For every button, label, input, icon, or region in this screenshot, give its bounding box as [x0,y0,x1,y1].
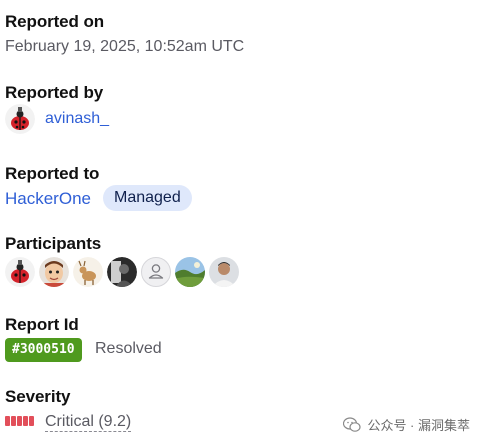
report-id-badge[interactable]: #3000510 [5,338,82,362]
cartoon-face-icon [39,257,69,287]
dark-portrait-icon [107,257,137,287]
reporter-avatar[interactable] [5,104,35,134]
landscape-icon [175,257,205,287]
severity-label: Severity [5,387,71,406]
severity-segment [29,416,34,426]
watermark: 公众号 · 漏洞集萃 [343,415,470,434]
participant-avatar[interactable] [39,257,69,287]
watermark-text: 公众号 · 漏洞集萃 [367,418,470,433]
severity-segment [23,416,28,426]
person-portrait-icon [209,257,239,287]
ladybug-icon [5,257,35,287]
severity-segment [17,416,22,426]
participant-avatar[interactable] [175,257,205,287]
severity-value[interactable]: Critical (9.2) [45,412,132,432]
participants-label: Participants [5,234,102,253]
severity-segment [11,416,16,426]
participant-avatar[interactable] [209,257,239,287]
default-user-icon [148,264,164,279]
reported-to-label: Reported to [5,164,100,183]
ladybug-icon [5,104,35,134]
wechat-icon [343,416,362,432]
reported-on-label: Reported on [5,12,105,31]
participant-avatar[interactable] [107,257,137,287]
severity-segment [5,416,10,426]
reported-on-value: February 19, 2025, 10:52am UTC [5,38,245,55]
participant-avatar[interactable] [5,257,35,287]
report-id-label: Report Id [5,315,79,334]
program-link[interactable]: HackerOne [5,189,91,209]
severity-level-bars [5,416,34,426]
managed-badge: Managed [103,185,192,211]
reported-by-label: Reported by [5,83,104,102]
deer-icon [73,257,103,287]
reporter-username-link[interactable]: avinash_ [45,110,109,128]
participant-avatar[interactable] [73,257,103,287]
participant-avatar[interactable] [141,257,171,287]
report-status: Resolved [95,340,162,357]
